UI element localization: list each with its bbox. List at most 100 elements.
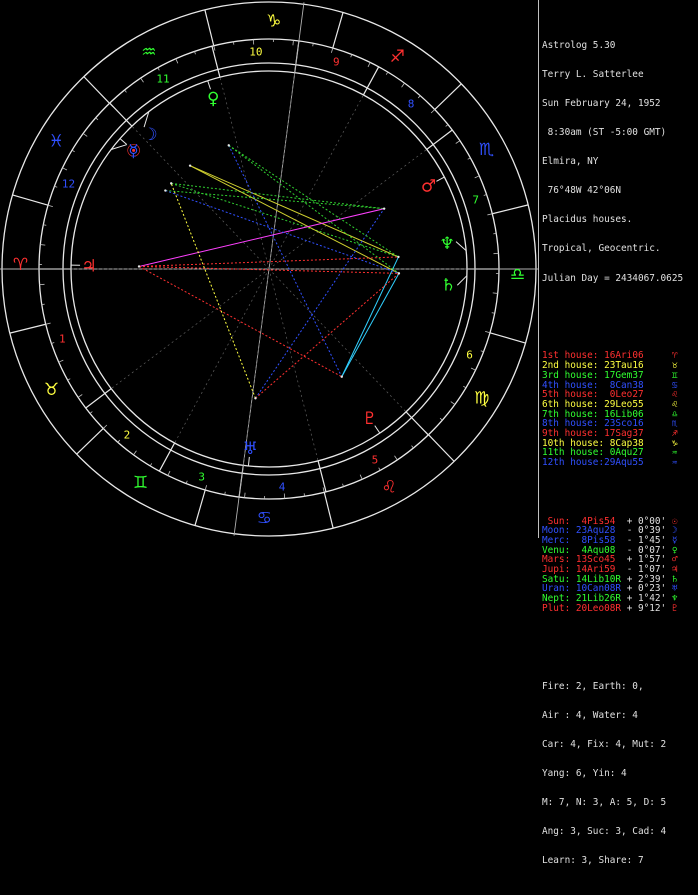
degree-tick bbox=[68, 379, 71, 380]
house-number: 8 bbox=[408, 98, 415, 111]
degree-tick bbox=[313, 43, 314, 46]
house-ray bbox=[269, 95, 363, 269]
degree-tick bbox=[194, 51, 195, 54]
planet-pointer bbox=[457, 276, 467, 286]
summary-block: Fire: 2, Earth: 0, Air : 4, Water: 4 Car… bbox=[542, 662, 698, 885]
house-number: 12 bbox=[62, 178, 75, 191]
degree-tick bbox=[386, 72, 388, 75]
header-line: Sun February 24, 1952 bbox=[542, 99, 698, 109]
house-number: 2 bbox=[124, 428, 131, 441]
sign-boundary bbox=[205, 10, 214, 46]
degree-tick bbox=[402, 83, 405, 87]
house-cusp bbox=[212, 46, 220, 77]
aspect-line bbox=[171, 183, 398, 257]
degree-tick bbox=[331, 48, 332, 53]
planet-position-list: Sun: 4Pis54 + 0°00' ☉Moon: 23Aqu28 - 0°3… bbox=[542, 517, 698, 614]
degree-tick bbox=[225, 492, 226, 495]
house-number: 9 bbox=[333, 56, 340, 69]
house-cusp bbox=[406, 412, 428, 435]
summary-line: Learn: 3, Share: 7 bbox=[542, 856, 698, 866]
aspect-line bbox=[171, 183, 255, 398]
degree-tick bbox=[360, 475, 362, 480]
planet-name: Plut: bbox=[542, 603, 576, 614]
house-cusp-list: 1st house: 16Ari06 ♈2nd house: 23Tau16 ♉… bbox=[542, 351, 698, 467]
sign-boundary bbox=[435, 84, 462, 110]
house-number: 5 bbox=[372, 454, 379, 467]
summary-line: Ang: 3, Suc: 3, Cad: 4 bbox=[542, 827, 698, 837]
summary-line: M: 7, N: 3, A: 5, D: 5 bbox=[542, 798, 698, 808]
aspect-line bbox=[229, 145, 399, 273]
header-block: Astrolog 5.30 Terry L. Satterlee Sun Feb… bbox=[542, 21, 698, 302]
planet-point bbox=[397, 256, 399, 258]
planet-pointer bbox=[436, 177, 444, 181]
house-ray bbox=[269, 269, 406, 412]
header-line: Placidus houses. bbox=[542, 215, 698, 225]
degree-tick bbox=[72, 150, 75, 152]
degree-tick bbox=[293, 40, 294, 45]
zodiac-sign-icon: ♈ bbox=[13, 255, 28, 275]
house-number: 1 bbox=[59, 332, 66, 345]
degree-tick bbox=[103, 425, 107, 428]
degree-tick bbox=[368, 62, 370, 66]
sign-boundary bbox=[333, 12, 343, 48]
planet-point bbox=[383, 207, 385, 209]
degree-tick bbox=[141, 78, 144, 82]
degree-tick bbox=[379, 468, 380, 471]
degree-tick bbox=[59, 360, 64, 362]
degree-tick bbox=[412, 446, 414, 448]
zodiac-sign-icon: ♏ bbox=[479, 140, 494, 160]
planet-point bbox=[254, 397, 256, 399]
degree-tick bbox=[43, 225, 46, 226]
planet-icon: ♂ bbox=[421, 176, 436, 196]
planet-icon: ♄ bbox=[441, 275, 456, 295]
degree-tick bbox=[493, 293, 498, 294]
aspect-line bbox=[165, 191, 384, 209]
degree-tick bbox=[125, 90, 127, 92]
aspect-line bbox=[190, 166, 398, 257]
degree-tick bbox=[323, 487, 324, 492]
zodiac-sign-icon: ♒ bbox=[672, 457, 678, 468]
house-cusp bbox=[110, 103, 132, 126]
degree-tick bbox=[54, 186, 57, 187]
astrology-chart-wheel: ♈♉♊♋♌♍♎♏♐♑♒♓ 123456789101112 ☉☽☿♀♂♃♄♅♆♇ bbox=[0, 0, 538, 538]
planet-icon: ♆ bbox=[439, 234, 454, 254]
aspect-line bbox=[342, 273, 399, 376]
house-ray bbox=[111, 269, 269, 389]
house-row: 12th house:29Aqu55 ♒ bbox=[542, 458, 698, 468]
degree-tick bbox=[451, 402, 455, 405]
zodiac-sign-icon: ♉ bbox=[44, 380, 59, 400]
zodiac-sign-icon: ♋ bbox=[257, 508, 272, 528]
house-number: 7 bbox=[472, 194, 479, 207]
header-line: Terry L. Satterlee bbox=[542, 70, 698, 80]
aspect-line bbox=[229, 145, 342, 376]
planet-point bbox=[170, 182, 172, 184]
house-number: 6 bbox=[466, 348, 473, 361]
house-cusp bbox=[86, 389, 111, 408]
house-position: 29Aqu55 bbox=[604, 457, 672, 468]
house-number: 11 bbox=[156, 72, 169, 85]
degree-tick bbox=[83, 133, 87, 136]
degree-tick bbox=[78, 394, 82, 397]
zodiac-sign-icon: ♊ bbox=[133, 473, 148, 493]
degree-tick bbox=[214, 46, 215, 51]
degree-tick bbox=[158, 68, 159, 71]
aspect-line bbox=[229, 145, 399, 257]
degree-tick bbox=[394, 456, 397, 460]
header-line: 76°48W 42°06N bbox=[542, 186, 698, 196]
sign-boundary bbox=[490, 333, 526, 343]
degree-tick bbox=[446, 125, 448, 127]
planet-icon: ☿ bbox=[128, 142, 138, 162]
panel-divider bbox=[538, 0, 539, 538]
degree-tick bbox=[351, 54, 352, 57]
planet-point bbox=[398, 272, 400, 274]
planet-icon: ♃ bbox=[81, 256, 96, 276]
planet-icon: ♅ bbox=[243, 439, 258, 459]
degree-tick bbox=[205, 485, 206, 490]
aspect-line bbox=[165, 191, 399, 274]
house-label: 12th house: bbox=[542, 457, 604, 468]
zodiac-sign-icon: ♐ bbox=[390, 47, 405, 67]
degree-tick bbox=[96, 118, 98, 120]
house-ray bbox=[220, 77, 269, 269]
planet-point bbox=[138, 265, 140, 267]
degree-tick bbox=[186, 481, 187, 484]
